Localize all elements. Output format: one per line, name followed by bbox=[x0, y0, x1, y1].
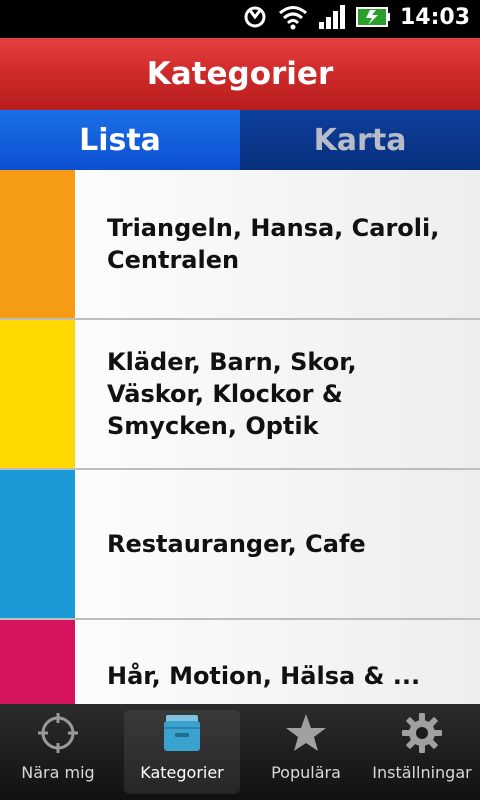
category-color-swatch bbox=[0, 320, 75, 468]
nav-kategorier[interactable]: Kategorier bbox=[124, 710, 240, 794]
list-item[interactable]: Kläder, Barn, Skor, Väskor, Klockor & Sm… bbox=[0, 320, 480, 470]
nav-populara[interactable]: Populära bbox=[248, 704, 364, 800]
battery-icon bbox=[356, 4, 390, 30]
page-title: Kategorier bbox=[0, 38, 480, 110]
list-item[interactable]: Restauranger, Cafe bbox=[0, 470, 480, 620]
nav-label: Kategorier bbox=[140, 763, 224, 782]
status-bar: 14:03 bbox=[0, 0, 480, 38]
bottom-navigation: Nära mig Kategorier Populära Inställning… bbox=[0, 704, 480, 800]
nav-label: Populära bbox=[271, 763, 341, 782]
tab-karta[interactable]: Karta bbox=[240, 110, 480, 170]
category-color-swatch bbox=[0, 170, 75, 318]
category-color-swatch bbox=[0, 620, 75, 704]
category-list: Triangeln, Hansa, Caroli, Centralen Kläd… bbox=[0, 170, 480, 704]
crosshair-icon bbox=[38, 713, 78, 753]
category-color-swatch bbox=[0, 470, 75, 618]
star-icon bbox=[286, 714, 326, 751]
category-label: Restauranger, Cafe bbox=[107, 530, 366, 558]
nav-installningar[interactable]: Inställningar bbox=[364, 704, 480, 800]
status-clock: 14:03 bbox=[399, 5, 470, 30]
nav-label: Nära mig bbox=[21, 763, 95, 782]
category-label: Triangeln, Hansa, Caroli, Centralen bbox=[107, 214, 440, 274]
status-icons bbox=[242, 4, 390, 30]
signal-icon bbox=[318, 4, 346, 30]
sync-icon bbox=[242, 4, 268, 30]
nav-nara-mig[interactable]: Nära mig bbox=[0, 704, 116, 800]
category-label: Kläder, Barn, Skor, Väskor, Klockor & Sm… bbox=[107, 348, 357, 440]
folder-icon bbox=[164, 715, 200, 751]
wifi-icon bbox=[278, 4, 308, 30]
gear-icon bbox=[402, 713, 442, 753]
tab-lista[interactable]: Lista bbox=[0, 110, 240, 170]
list-item[interactable]: Hår, Motion, Hälsa & ... bbox=[0, 620, 480, 704]
view-tabs: Lista Karta bbox=[0, 110, 480, 170]
list-item[interactable]: Triangeln, Hansa, Caroli, Centralen bbox=[0, 170, 480, 320]
nav-label: Inställningar bbox=[372, 763, 472, 782]
category-label: Hår, Motion, Hälsa & ... bbox=[107, 662, 421, 690]
